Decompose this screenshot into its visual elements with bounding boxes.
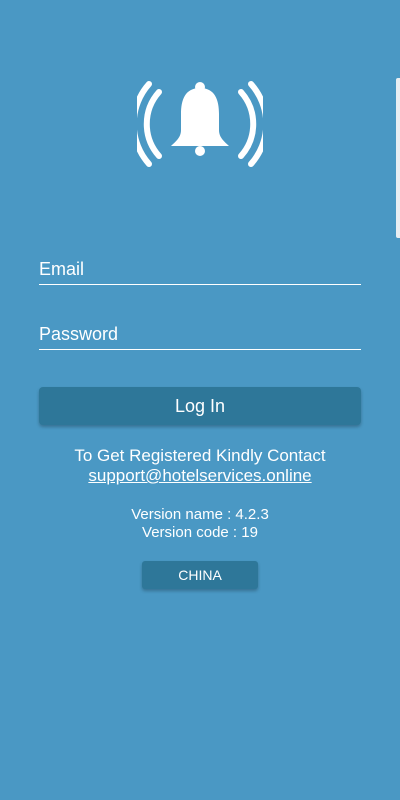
contact-message: To Get Registered Kindly Contact [74,446,326,465]
login-button[interactable]: Log In [39,387,361,425]
contact-info: To Get Registered Kindly Contact support… [0,446,400,486]
password-field[interactable]: Password [39,323,361,350]
bell-icon [137,81,263,167]
password-placeholder: Password [39,324,119,344]
email-field[interactable]: Email [39,258,361,285]
version-code: Version code : 19 [142,524,258,541]
version-name: Version name : 4.2.3 [131,506,269,523]
country-button[interactable]: CHINA [142,561,258,589]
scrollbar-thumb[interactable] [396,78,400,238]
version-info: Version name : 4.2.3 Version code : 19 [0,506,400,542]
support-email-link[interactable]: support@hotelservices.online [0,466,400,486]
email-placeholder: Email [39,259,85,279]
